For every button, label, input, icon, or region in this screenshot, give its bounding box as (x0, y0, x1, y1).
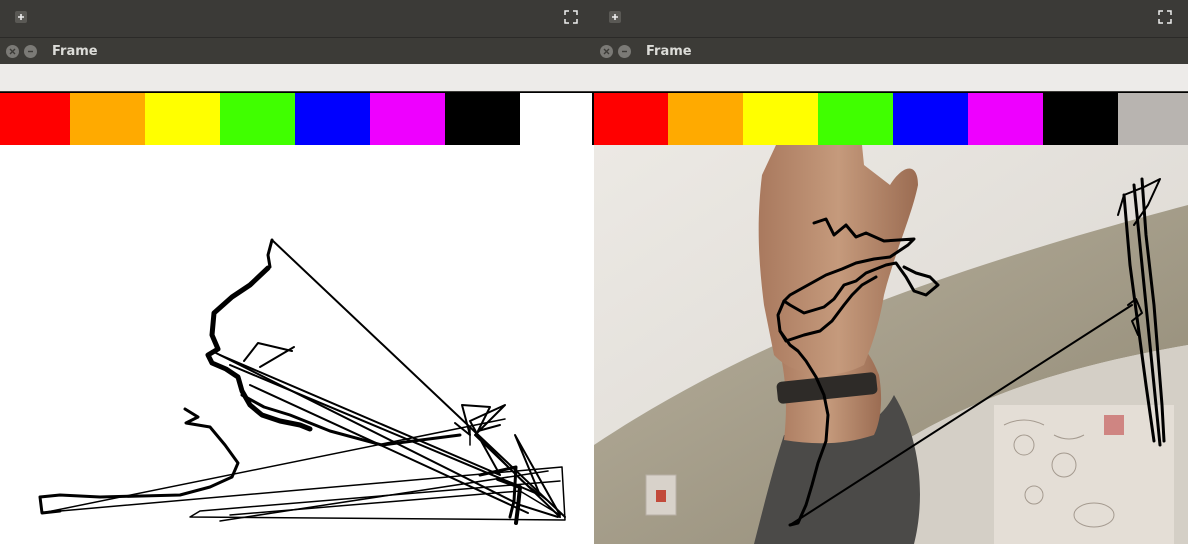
top-toolbar (0, 0, 594, 38)
swatch-yellow[interactable] (145, 93, 220, 145)
window-title: Frame (52, 43, 98, 59)
swatch-orange[interactable] (668, 93, 743, 145)
close-icon[interactable] (600, 44, 613, 58)
plus-box-icon[interactable] (604, 7, 626, 27)
minimize-icon[interactable] (618, 44, 631, 58)
swatch-blue[interactable] (295, 93, 370, 145)
swatch-yellow[interactable] (743, 93, 818, 145)
swatch-blue[interactable] (893, 93, 968, 145)
swatch-red[interactable] (0, 93, 70, 145)
drawing-strokes (38, 238, 566, 525)
right-frame-window: Frame (594, 0, 1188, 544)
close-icon[interactable] (6, 44, 19, 58)
minimize-icon[interactable] (24, 44, 37, 58)
swatch-green[interactable] (818, 93, 893, 145)
drawing-canvas[interactable] (0, 145, 594, 544)
window-title: Frame (646, 43, 692, 59)
swatch-magenta[interactable] (370, 93, 445, 145)
window-titlebar: Frame (594, 38, 1188, 64)
fullscreen-icon[interactable] (1154, 7, 1176, 27)
camera-scene (594, 145, 1188, 544)
swatch-magenta[interactable] (968, 93, 1043, 145)
swatch-black[interactable] (1043, 93, 1118, 145)
window-titlebar: Frame (0, 38, 594, 64)
swatch-white[interactable] (520, 93, 592, 145)
color-palette (0, 92, 594, 146)
color-palette (594, 92, 1188, 146)
swatch-red[interactable] (594, 93, 668, 145)
poster-sticker (1104, 415, 1124, 435)
menu-strip (0, 64, 594, 91)
swatch-orange[interactable] (70, 93, 145, 145)
switch-button (656, 490, 666, 502)
fullscreen-icon[interactable] (560, 7, 582, 27)
swatch-gray[interactable] (1118, 93, 1188, 145)
top-toolbar (594, 0, 1188, 38)
menu-strip (594, 64, 1188, 91)
plus-box-icon[interactable] (10, 7, 32, 27)
poster (994, 405, 1174, 544)
camera-feed-canvas[interactable] (594, 145, 1188, 544)
left-frame-window: Frame (0, 0, 594, 544)
swatch-green[interactable] (220, 93, 295, 145)
swatch-black[interactable] (445, 93, 520, 145)
